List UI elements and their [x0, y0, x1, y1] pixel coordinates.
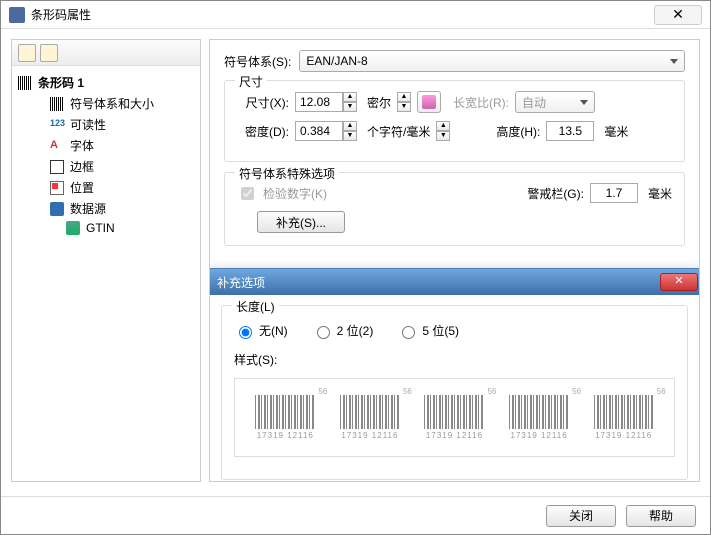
size-group: 尺寸 尺寸(X): ▲▼ 密尔 ▲▼ 长宽比(R): 自动 [224, 80, 685, 162]
titlebar: 条形码属性 ✕ [1, 1, 710, 29]
barcode-icon [18, 76, 32, 90]
window-title: 条形码属性 [31, 6, 91, 23]
spin-down[interactable]: ▼ [343, 102, 357, 112]
modal-close-button[interactable]: ✕ [660, 273, 698, 291]
help-button[interactable]: 帮助 [626, 505, 696, 527]
dialog-window: 条形码属性 ✕ 条形码 1 符号体系和大小 123 可读性 [0, 0, 711, 535]
sidebar: 条形码 1 符号体系和大小 123 可读性 A 字体 边框 [11, 39, 201, 482]
spin-down[interactable]: ▼ [397, 102, 411, 112]
guard-input[interactable] [590, 183, 638, 203]
density-spinner[interactable]: ▲▼ [295, 121, 357, 141]
window-close-button[interactable]: ✕ [654, 5, 702, 25]
border-icon [50, 160, 64, 174]
chevron-down-icon [670, 59, 678, 64]
spin-up[interactable]: ▲ [343, 92, 357, 102]
modal-titlebar: 补充选项 ✕ [209, 269, 700, 295]
wand-icon [422, 95, 436, 109]
app-icon [9, 7, 25, 23]
position-icon [50, 181, 64, 195]
number-icon: 123 [50, 118, 64, 132]
dim-label: 尺寸(X): [237, 94, 289, 111]
style-label: 样式(S): [234, 351, 675, 368]
radio-2[interactable]: 2 位(2) [312, 322, 374, 339]
dim-input[interactable] [295, 92, 343, 112]
barcode-sample: 5617319 12116 [424, 395, 484, 440]
sidebar-toolbar [12, 40, 200, 66]
toolbar-icon-2[interactable] [40, 44, 58, 62]
barcode-sample: 5617319 12116 [255, 395, 315, 440]
barcode-sample: 5617319 12116 [340, 395, 400, 440]
special-group: 符号体系特殊选项 检验数字(K) 警戒栏(G): 毫米 补充(S)... [224, 172, 685, 246]
ratio-combo[interactable]: 自动 [515, 91, 595, 113]
tree-root[interactable]: 条形码 1 [16, 72, 196, 93]
tree: 条形码 1 符号体系和大小 123 可读性 A 字体 边框 [12, 66, 200, 243]
checkdigit-checkbox: 检验数字(K) [237, 184, 327, 203]
density-input[interactable] [295, 121, 343, 141]
barcode-icon [50, 97, 64, 111]
height-label: 高度(H): [478, 123, 540, 140]
footer: 关闭 帮助 [1, 496, 710, 534]
font-icon: A [50, 139, 64, 153]
barcode-sample: 5617319 12116 [594, 395, 654, 440]
datasource-icon [50, 202, 64, 216]
content-panel: 符号体系(S): EAN/JAN-8 尺寸 尺寸(X): ▲▼ 密尔 ▲▼ [209, 39, 700, 482]
height-input[interactable] [546, 121, 594, 141]
tree-item-symbology[interactable]: 符号体系和大小 [16, 93, 196, 114]
supplement-button[interactable]: 补充(S)... [257, 211, 345, 233]
barcode-sample: 5617319 12116 [509, 395, 569, 440]
guard-label: 警戒栏(G): [527, 185, 584, 202]
tree-item-gtin[interactable]: GTIN [16, 219, 196, 237]
spin-up[interactable]: ▲ [397, 92, 411, 102]
density-label: 密度(D): [237, 123, 289, 140]
radio-5[interactable]: 5 位(5) [397, 322, 459, 339]
length-group: 长度(L) 无(N) 2 位(2) 5 位(5) 样式(S): 5617319 … [221, 305, 688, 480]
barcode-preview: 5617319 12116 5617319 12116 5617319 1211… [234, 378, 675, 457]
tree-item-position[interactable]: 位置 [16, 177, 196, 198]
tree-item-datasource[interactable]: 数据源 [16, 198, 196, 219]
symbology-label: 符号体系(S): [224, 53, 291, 70]
toolbar-icon-1[interactable] [18, 44, 36, 62]
supplement-modal: 补充选项 ✕ 长度(L) 无(N) 2 位(2) 5 位(5) 样式(S): 5… [209, 268, 700, 482]
chevron-down-icon [580, 100, 588, 105]
wizard-button[interactable] [417, 91, 441, 113]
radio-none[interactable]: 无(N) [234, 322, 288, 339]
tree-item-readability[interactable]: 123 可读性 [16, 114, 196, 135]
ratio-label: 长宽比(R): [447, 94, 509, 111]
tree-item-border[interactable]: 边框 [16, 156, 196, 177]
gtin-icon [66, 221, 80, 235]
dim-spinner[interactable]: ▲▼ [295, 92, 357, 112]
tree-item-font[interactable]: A 字体 [16, 135, 196, 156]
close-button[interactable]: 关闭 [546, 505, 616, 527]
symbology-combo[interactable]: EAN/JAN-8 [299, 50, 685, 72]
